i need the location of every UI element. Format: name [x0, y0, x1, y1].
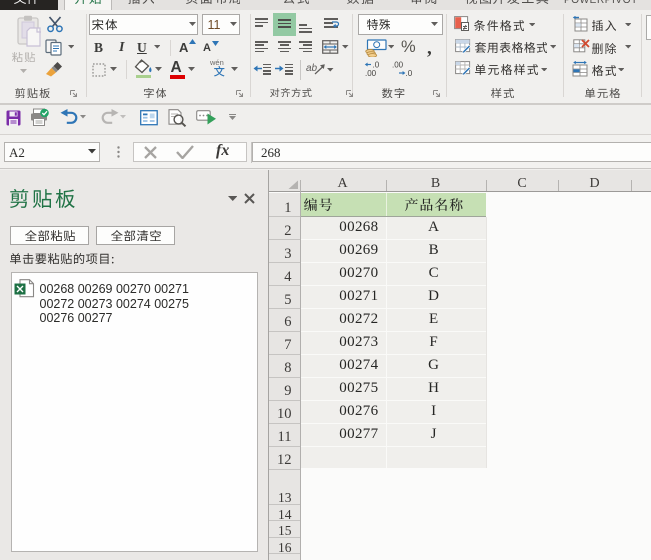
svg-text:.00: .00: [365, 69, 377, 77]
svg-text:.00: .00: [392, 61, 404, 70]
svg-text:.0: .0: [406, 69, 413, 77]
